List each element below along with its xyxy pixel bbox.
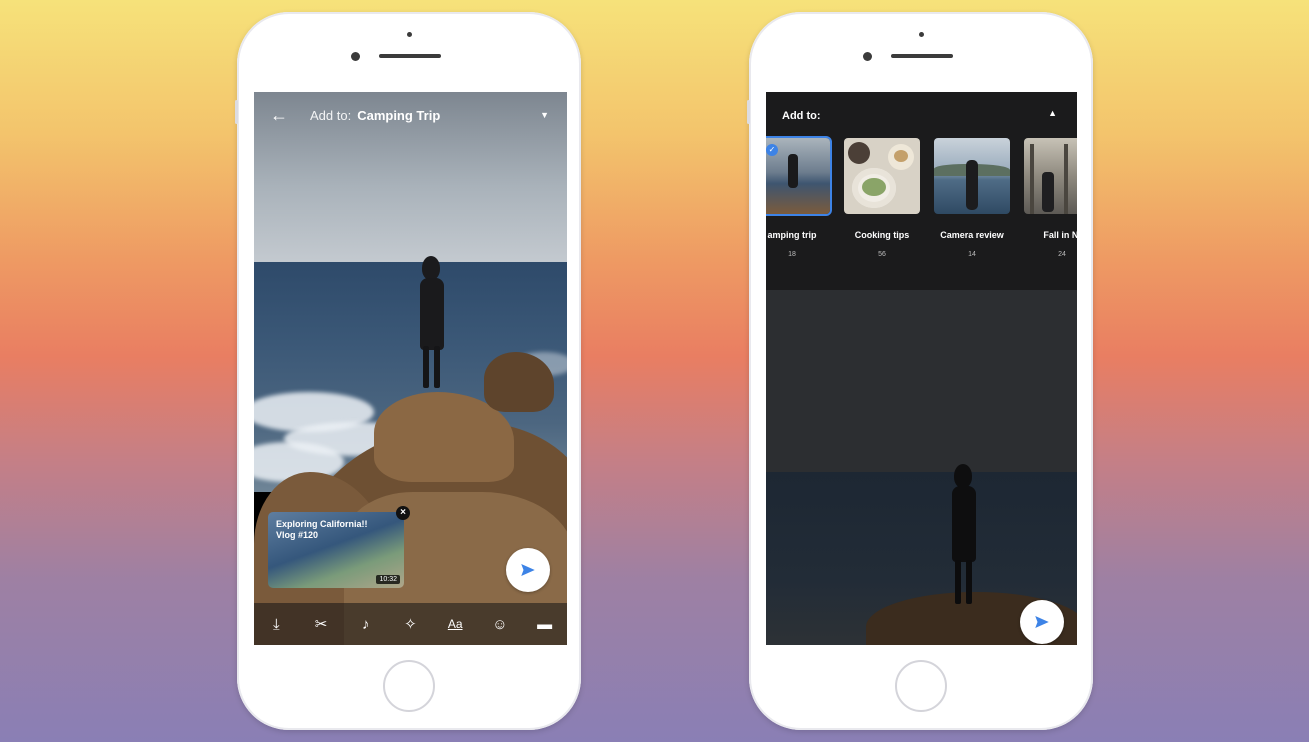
collection-label: Cooking tips bbox=[854, 230, 910, 240]
collection-count: 56 bbox=[878, 251, 886, 258]
arrow-left-icon[interactable]: ← bbox=[270, 106, 288, 124]
earpiece bbox=[891, 54, 953, 58]
end-screen-icon[interactable]: ▬ bbox=[532, 616, 558, 633]
home-button[interactable] bbox=[383, 660, 435, 712]
download-icon[interactable]: ⤓ bbox=[263, 616, 289, 633]
collection-count: 18 bbox=[788, 251, 796, 258]
close-icon[interactable]: × bbox=[396, 506, 410, 520]
sensor-dot bbox=[351, 52, 360, 61]
top-bar: ← Add to: Camping Trip ▼ bbox=[254, 92, 567, 138]
caret-down-icon[interactable]: ▼ bbox=[540, 110, 549, 120]
collection-label: Camera review bbox=[940, 230, 1004, 240]
front-camera bbox=[919, 32, 924, 37]
magic-wand-icon[interactable]: ✧ bbox=[397, 615, 423, 633]
add-to-panel: Add to: ▲ ✓ amping trip 18 Cooking tips … bbox=[766, 92, 1077, 290]
collection-thumbnail[interactable] bbox=[1024, 138, 1077, 214]
left-screen: ← Add to: Camping Trip ▼ Exploring Calif… bbox=[254, 92, 567, 645]
person-silhouette bbox=[412, 252, 452, 392]
preview-duration: 10:32 bbox=[376, 575, 400, 584]
text-icon[interactable]: Aa bbox=[442, 617, 468, 631]
collection-label: Fall in N' bbox=[1043, 230, 1077, 240]
collection-count: 14 bbox=[968, 251, 976, 258]
preview-title: Exploring California!! Vlog #120 bbox=[276, 519, 368, 540]
front-camera bbox=[407, 32, 412, 37]
left-phone: ← Add to: Camping Trip ▼ Exploring Calif… bbox=[235, 12, 581, 730]
panel-header: Add to: bbox=[782, 110, 821, 122]
sticker-icon[interactable]: ☺ bbox=[487, 616, 513, 633]
earpiece bbox=[379, 54, 441, 58]
video-preview-card[interactable]: Exploring California!! Vlog #120 10:32 bbox=[268, 512, 404, 588]
side-button bbox=[747, 100, 750, 124]
sensor-dot bbox=[863, 52, 872, 61]
music-note-icon[interactable]: ♪ bbox=[353, 616, 379, 633]
right-phone: Add to: ▲ ✓ amping trip 18 Cooking tips … bbox=[747, 12, 1093, 730]
right-screen: Add to: ▲ ✓ amping trip 18 Cooking tips … bbox=[766, 92, 1077, 645]
send-icon bbox=[521, 564, 535, 576]
person-silhouette bbox=[944, 460, 984, 610]
send-button[interactable] bbox=[1020, 600, 1064, 644]
send-icon bbox=[1035, 616, 1049, 628]
edit-toolbar: ⤓ ✂ ♪ ✧ Aa ☺ ▬ bbox=[254, 603, 567, 645]
check-icon: ✓ bbox=[766, 144, 778, 156]
collection-name[interactable]: Camping Trip bbox=[357, 108, 440, 123]
collection-thumbnail[interactable] bbox=[934, 138, 1010, 214]
collection-label: amping trip bbox=[767, 230, 817, 240]
side-button bbox=[235, 100, 238, 124]
collection-count: 24 bbox=[1058, 251, 1066, 258]
send-button[interactable] bbox=[506, 548, 550, 592]
caret-up-icon[interactable]: ▲ bbox=[1048, 108, 1057, 118]
collection-thumbnail[interactable] bbox=[844, 138, 920, 214]
add-to-label: Add to: bbox=[310, 107, 352, 123]
scissors-icon[interactable]: ✂ bbox=[308, 615, 334, 633]
home-button[interactable] bbox=[895, 660, 947, 712]
